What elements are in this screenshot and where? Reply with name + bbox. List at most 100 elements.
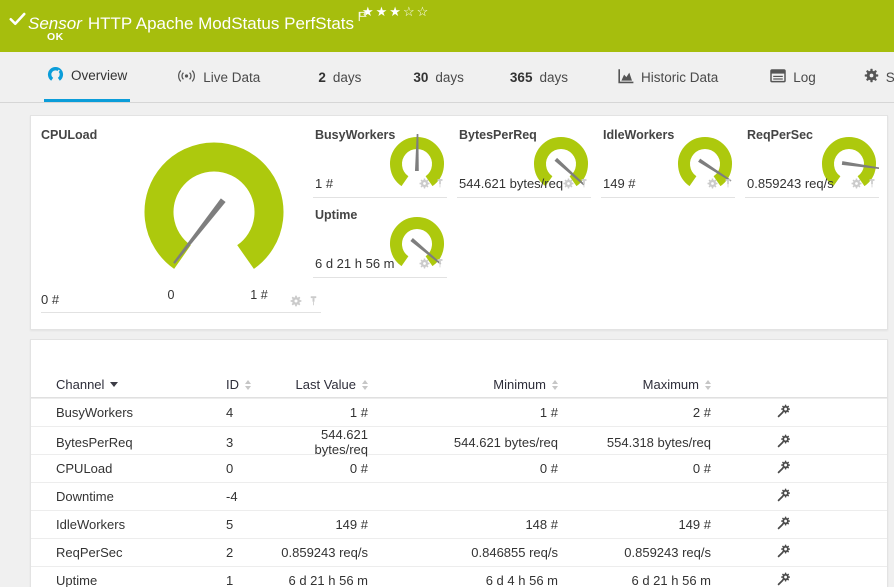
channel-name: Downtime — [56, 489, 114, 504]
sort-desc-icon — [110, 382, 119, 387]
minimum-value: 6 d 4 h 56 m — [485, 573, 558, 587]
column-label: Minimum — [493, 377, 546, 392]
last-value: 1 # — [349, 405, 368, 420]
cell-divider — [601, 197, 735, 198]
channel-id: -4 — [226, 489, 238, 504]
gauge-bytesperreq[interactable]: BytesPerReq 544.621 bytes/req — [455, 122, 599, 198]
cpuload-gauge-dial — [144, 142, 284, 269]
gauge-max-label: 1 # — [250, 288, 268, 302]
last-value: 6 d 21 h 56 m — [288, 573, 369, 587]
minimum-value: 1 # — [539, 405, 558, 420]
column-label: Channel — [56, 377, 105, 392]
cell-divider — [745, 197, 879, 198]
column-header-channel[interactable]: Channel — [56, 377, 226, 392]
tab-label: days — [332, 69, 362, 85]
priority-stars[interactable]: ★★★☆☆ — [362, 4, 430, 20]
status-badge: OK — [47, 31, 64, 43]
tab-settings[interactable]: Settings — [861, 52, 894, 102]
gauge-value: 149 # — [603, 176, 636, 191]
channel-settings-icon[interactable] — [777, 516, 791, 533]
column-header-minimum[interactable]: Minimum — [368, 377, 558, 392]
gauge-value: 6 d 21 h 56 m — [315, 256, 395, 271]
channel-settings-icon[interactable] — [777, 572, 791, 587]
channel-settings-icon[interactable] — [777, 460, 791, 477]
channel-id: 0 — [226, 461, 234, 476]
gauge-settings-gear-icon[interactable] — [419, 256, 430, 274]
maximum-value: 149 # — [678, 517, 711, 532]
channel-name: IdleWorkers — [56, 517, 126, 532]
maximum-value: 0.859243 req/s — [624, 545, 711, 560]
ok-check-icon — [9, 11, 26, 31]
gauge-title: BusyWorkers — [315, 128, 396, 142]
tab-log[interactable]: Log — [767, 52, 819, 102]
page-title: Sensor HTTP Apache ModStatus PerfStats — [28, 7, 368, 34]
channel-settings-icon[interactable] — [777, 544, 791, 561]
tab-number: 2 — [318, 69, 326, 85]
sort-icon — [705, 379, 711, 390]
gauge-pin-icon[interactable] — [435, 256, 445, 274]
channel-id: 4 — [226, 405, 234, 420]
channel-name: BytesPerReq — [56, 434, 133, 450]
gauge-settings-gear-icon[interactable] — [563, 176, 574, 194]
channels-table-panel: Channel ID Last Value Minimum Maximum Bu… — [30, 339, 888, 587]
gauge-settings-gear-icon[interactable] — [290, 294, 302, 312]
gauge-pin-icon[interactable] — [579, 176, 589, 194]
gauge-cpuload[interactable]: CPULoad 0 1 # 0 # — [39, 120, 321, 320]
channels-table: Channel ID Last Value Minimum Maximum Bu… — [31, 372, 887, 587]
gauge-busyworkers[interactable]: BusyWorkers 1 # — [311, 122, 455, 198]
sensor-name: HTTP Apache ModStatus PerfStats — [87, 14, 355, 33]
gauge-uptime[interactable]: Uptime 6 d 21 h 56 m — [311, 202, 455, 278]
last-value: 0 # — [349, 461, 368, 476]
channel-settings-icon[interactable] — [777, 488, 791, 505]
column-header-maximum[interactable]: Maximum — [558, 377, 711, 392]
gauge-settings-gear-icon[interactable] — [851, 176, 862, 194]
tab-30-days[interactable]: 30 days — [410, 52, 467, 102]
channel-settings-icon[interactable] — [777, 434, 791, 451]
gauge-title: Uptime — [315, 208, 358, 222]
column-header-id[interactable]: ID — [226, 377, 271, 392]
cell-divider — [313, 277, 447, 278]
maximum-value: 2 # — [692, 405, 711, 420]
last-value: 544.621 bytes/req — [314, 427, 368, 457]
channel-settings-icon[interactable] — [777, 404, 791, 421]
gauge-pin-icon[interactable] — [308, 294, 319, 312]
table-row: CPULoad 0 0 # 0 # 0 # — [31, 454, 887, 482]
gauge-value: 0 # — [41, 292, 60, 307]
channel-id: 1 — [226, 573, 234, 587]
cell-divider — [313, 197, 447, 198]
gauge-icon — [47, 66, 64, 86]
table-row: ReqPerSec 2 0.859243 req/s 0.846855 req/… — [31, 538, 887, 566]
gauge-pin-icon[interactable] — [723, 176, 733, 194]
channel-name: Uptime — [56, 573, 98, 587]
gauge-value: 544.621 bytes/req — [459, 176, 564, 191]
tab-live-data[interactable]: Live Data — [174, 52, 263, 102]
tab-overview[interactable]: Overview — [44, 52, 131, 102]
gauge-pin-icon[interactable] — [867, 176, 877, 194]
gauges-panel: CPULoad 0 1 # 0 # BusyWorkers 1 # BytesP… — [30, 115, 888, 330]
prtg-sensor-page: Sensor HTTP Apache ModStatus PerfStats ★★… — [0, 0, 894, 587]
last-value: 0.859243 req/s — [281, 545, 368, 560]
gauge-title: ReqPerSec — [747, 128, 814, 142]
gauge-value: 1 # — [315, 176, 334, 191]
tab-2-days[interactable]: 2 days — [315, 52, 364, 102]
gauge-settings-gear-icon[interactable] — [419, 176, 430, 194]
tab-label: days — [435, 69, 464, 85]
table-row: Uptime 1 6 d 21 h 56 m 6 d 4 h 56 m 6 d … — [31, 566, 887, 587]
channel-id: 2 — [226, 545, 234, 560]
cell-divider — [41, 312, 321, 313]
column-header-last-value[interactable]: Last Value — [271, 377, 368, 392]
tab-label: Settings — [885, 69, 894, 85]
gauge-settings-gear-icon[interactable] — [707, 176, 718, 194]
gauge-pin-icon[interactable] — [435, 176, 445, 194]
gauge-min-label: 0 — [167, 288, 175, 302]
gauge-idleworkers[interactable]: IdleWorkers 149 # — [599, 122, 743, 198]
table-row: BusyWorkers 4 1 # 1 # 2 # — [31, 398, 887, 426]
gauge-reqpersec[interactable]: ReqPerSec 0.859243 req/s — [743, 122, 887, 198]
tab-number: 365 — [509, 69, 533, 85]
tab-historic-data[interactable]: Historic Data — [615, 52, 721, 102]
tab-365-days[interactable]: 365 days — [507, 52, 571, 102]
gauge-title: BytesPerReq — [459, 128, 537, 142]
chart-icon — [618, 68, 634, 87]
tab-number: 30 — [413, 69, 429, 85]
minimum-value: 544.621 bytes/req — [453, 434, 558, 450]
